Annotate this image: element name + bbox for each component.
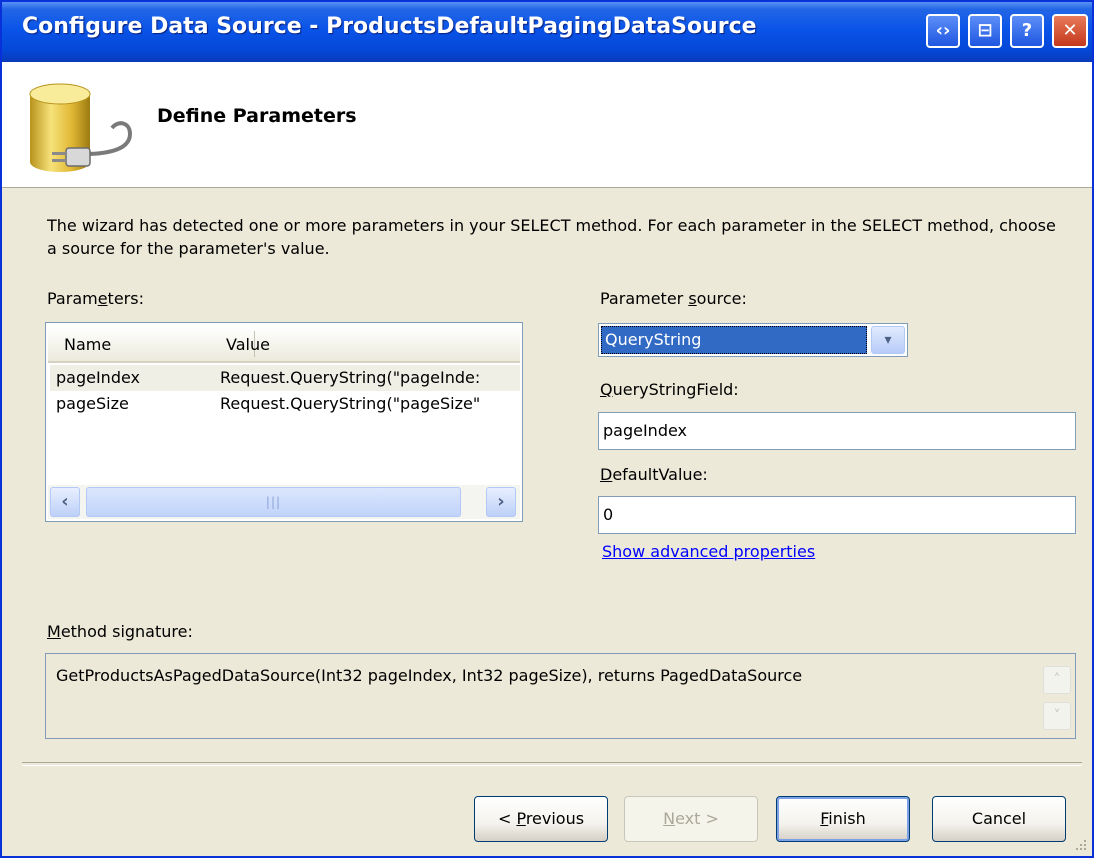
method-signature-label: Method signature: xyxy=(47,622,193,641)
column-header-value[interactable]: Value xyxy=(226,335,270,354)
parameter-row[interactable]: pageIndex Request.QueryString("pageInde: xyxy=(50,365,520,391)
parameters-list[interactable]: Name Value pageIndex Request.QueryString… xyxy=(45,322,523,522)
parameters-label-part2: ters: xyxy=(107,289,144,308)
default-value-input[interactable]: 0 xyxy=(598,496,1076,534)
window-title: Configure Data Source - ProductsDefaultP… xyxy=(22,14,757,39)
querystring-field-label: QueryStringField: xyxy=(600,380,739,399)
parameters-label-accesskey: e xyxy=(97,289,108,308)
scroll-down-icon: ˅ xyxy=(1043,702,1071,730)
default-value-label: DefaultValue: xyxy=(600,465,708,484)
parameters-list-header: Name Value xyxy=(48,327,520,363)
help-icon[interactable]: ? xyxy=(1010,14,1044,48)
chevron-down-icon[interactable]: ▾ xyxy=(871,326,905,354)
nav-arrows-icon[interactable]: ‹› xyxy=(926,14,960,48)
next-button-accesskey: N xyxy=(663,809,676,828)
querystring-field-label-part2: ueryStringField: xyxy=(612,380,739,399)
title-bar[interactable]: Configure Data Source - ProductsDefaultP… xyxy=(2,2,1092,62)
wizard-description: The wizard has detected one or more para… xyxy=(47,216,1056,258)
method-signature-text: GetProductsAsPagedDataSource(Int32 pageI… xyxy=(56,666,803,685)
scroll-up-icon: ˄ xyxy=(1043,666,1071,694)
scroll-left-icon[interactable]: ‹ xyxy=(50,487,80,517)
parameter-value: Request.QueryString("pageSize" xyxy=(220,394,481,413)
restore-window-icon[interactable]: ⊟ xyxy=(968,14,1002,48)
default-value-label-part2: efaultValue: xyxy=(612,465,708,484)
previous-button[interactable]: < Previous xyxy=(474,796,608,842)
finish-button[interactable]: Finish xyxy=(776,796,910,842)
finish-button-label-part2: inish xyxy=(828,809,866,828)
parameters-label: Parameters: xyxy=(47,289,144,308)
footer-divider xyxy=(22,762,1082,766)
cancel-button[interactable]: Cancel xyxy=(932,796,1066,842)
querystring-field-input[interactable]: pageIndex xyxy=(598,412,1076,450)
database-plug-icon xyxy=(29,83,133,172)
querystring-field-label-accesskey: Q xyxy=(600,380,613,399)
scroll-right-icon[interactable]: › xyxy=(486,487,516,517)
page-title: Define Parameters xyxy=(157,105,357,127)
parameter-source-select[interactable]: QueryString ▾ xyxy=(598,323,908,357)
previous-button-label-part2: revious xyxy=(525,809,585,828)
scrollbar-thumb[interactable]: ||| xyxy=(86,487,461,517)
method-signature-label-accesskey: M xyxy=(47,622,61,641)
parameter-source-value[interactable]: QueryString xyxy=(601,326,867,354)
parameter-source-label-part2: ource: xyxy=(696,289,747,308)
wizard-header: Define Parameters xyxy=(2,62,1092,188)
parameter-source-label-part1: Parameter xyxy=(600,289,689,308)
horizontal-scrollbar[interactable]: ‹ ||| › xyxy=(48,485,520,519)
next-button-label-part2: ext > xyxy=(675,809,719,828)
next-button[interactable]: Next > xyxy=(624,796,758,842)
method-signature-box: GetProductsAsPagedDataSource(Int32 pageI… xyxy=(45,653,1076,739)
parameter-name: pageIndex xyxy=(56,368,141,387)
parameter-value: Request.QueryString("pageInde: xyxy=(220,368,481,387)
resize-grip-icon[interactable] xyxy=(1072,836,1088,852)
default-value-label-accesskey: D xyxy=(600,465,613,484)
parameter-source-label: Parameter source: xyxy=(600,289,747,308)
method-signature-label-part2: ethod signature: xyxy=(60,622,193,641)
previous-button-label-part1: < xyxy=(497,809,517,828)
parameter-name: pageSize xyxy=(56,394,129,413)
parameter-row[interactable]: pageSize Request.QueryString("pageSize" xyxy=(50,391,520,417)
show-advanced-properties-link[interactable]: Show advanced properties xyxy=(602,542,815,561)
parameters-label-part1: Param xyxy=(47,289,98,308)
parameter-source-label-accesskey: s xyxy=(688,289,697,308)
close-icon[interactable]: ✕ xyxy=(1052,14,1088,48)
previous-button-accesskey: P xyxy=(516,809,526,828)
vertical-scrollbar: ˄ ˅ xyxy=(1043,656,1073,736)
column-header-name[interactable]: Name xyxy=(64,335,111,354)
configure-data-source-dialog: Configure Data Source - ProductsDefaultP… xyxy=(0,0,1094,858)
